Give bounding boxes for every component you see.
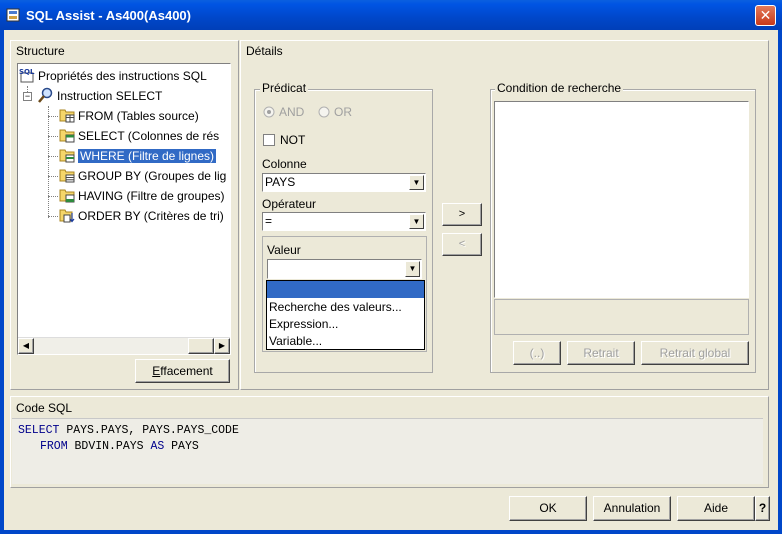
tree-item-select[interactable]: SELECT (Colonnes de rés [59, 127, 219, 145]
tree-item-sql-properties[interactable]: SQL Propriétés des instructions SQL [19, 67, 207, 85]
operator-value: = [265, 214, 273, 228]
sql-text: PAYS [164, 440, 199, 453]
sql-keyword: FROM [40, 440, 68, 453]
sql-keyword: AS [150, 440, 165, 453]
radio-selected-icon [263, 106, 275, 118]
folder-sort-icon [59, 209, 75, 223]
retrait-global-button[interactable]: Retrait global [641, 341, 749, 365]
magnifier-icon [38, 87, 53, 103]
window-frame-bottom [0, 530, 782, 534]
details-label: Détails [246, 44, 283, 58]
window-frame-left [0, 30, 4, 534]
tree-item-from[interactable]: FROM (Tables source) [59, 107, 199, 125]
clear-button[interactable]: Effacement [135, 359, 230, 383]
operator-select[interactable]: = ▼ [262, 212, 426, 231]
sql-line-2: FROM BDVIN.PAYS AS PAYS [40, 440, 199, 453]
folder-table-icon [59, 129, 75, 143]
add-condition-button[interactable]: > [442, 203, 482, 226]
tree-connector [48, 176, 58, 177]
column-label: Colonne [262, 157, 307, 171]
search-condition-label: Condition de recherche [495, 81, 624, 95]
sql-code-area[interactable]: SELECT PAYS.PAYS, PAYS.PAYS_CODE FROM BD… [12, 418, 763, 484]
value-label: Valeur [267, 243, 301, 257]
value-input[interactable] [269, 261, 403, 277]
and-radio[interactable]: AND [263, 105, 323, 121]
sql-keyword: SELECT [18, 424, 60, 437]
cancel-button[interactable]: Annulation [593, 496, 671, 521]
clear-button-label: ffacement [160, 364, 213, 378]
tree-item-group-by[interactable]: GROUP BY (Groupes de lig [59, 167, 226, 185]
close-icon: ✕ [759, 7, 772, 23]
value-dropdown-list[interactable]: Recherche des valeurs... Expression... V… [266, 280, 425, 350]
sql-icon: SQL [19, 68, 35, 83]
sql-code-label: Code SQL [16, 401, 73, 415]
tree-item-having[interactable]: HAVING (Filtre de groupes) [59, 187, 225, 205]
ok-button[interactable]: OK [509, 496, 587, 521]
tree-item-order-by[interactable]: ORDER BY (Critères de tri) [59, 207, 224, 225]
window-frame-right [778, 30, 782, 534]
structure-tree[interactable]: SQL Propriétés des instructions SQL − In… [17, 63, 231, 355]
or-label: OR [334, 105, 352, 119]
dropdown-option-empty[interactable] [267, 281, 424, 298]
sql-line-1: SELECT PAYS.PAYS, PAYS.PAYS_CODE [18, 424, 239, 437]
dropdown-option-expression[interactable]: Expression... [269, 316, 338, 332]
chevron-down-icon[interactable]: ▼ [409, 175, 424, 190]
svg-text:SQL: SQL [19, 68, 35, 76]
chevron-down-icon[interactable]: ▼ [405, 261, 420, 277]
column-select[interactable]: PAYS ▼ [262, 173, 426, 192]
parentheses-button[interactable]: (..) [513, 341, 561, 365]
predicat-label: Prédicat [260, 81, 309, 95]
tree-connector [48, 156, 58, 157]
app-icon [6, 8, 20, 22]
scroll-right-arrow-icon[interactable]: ▶ [214, 338, 230, 354]
dropdown-option-search-values[interactable]: Recherche des valeurs... [269, 299, 402, 315]
radio-empty-icon [318, 106, 330, 118]
tree-connector [48, 196, 58, 197]
tree-horizontal-scrollbar[interactable]: ◀ ▶ [18, 337, 230, 354]
structure-label: Structure [16, 44, 65, 58]
search-condition-preview [494, 299, 749, 335]
sql-text: BDVIN.PAYS [67, 440, 151, 453]
value-combobox[interactable]: ▼ [267, 259, 422, 279]
tree-item-select-statement[interactable]: Instruction SELECT [38, 87, 162, 105]
scroll-left-arrow-icon[interactable]: ◀ [18, 338, 34, 354]
remove-condition-button[interactable]: < [442, 233, 482, 256]
tree-expander[interactable]: − [23, 92, 32, 101]
sql-text: PAYS.PAYS, PAYS.PAYS_CODE [59, 424, 239, 437]
operator-label: Opérateur [262, 197, 317, 211]
not-checkbox[interactable]: NOT [263, 133, 323, 149]
search-condition-text[interactable] [494, 101, 749, 298]
help-button[interactable]: Aide [677, 496, 755, 521]
folder-table-icon [59, 189, 75, 203]
scroll-thumb[interactable] [188, 338, 214, 354]
close-button[interactable]: ✕ [755, 5, 776, 26]
tree-connector [48, 106, 49, 218]
title-bar[interactable]: SQL Assist - As400(As400) ✕ [0, 0, 782, 30]
and-label: AND [279, 105, 305, 119]
column-value: PAYS [265, 175, 296, 189]
chevron-down-icon[interactable]: ▼ [409, 214, 424, 229]
retrait-button[interactable]: Retrait [567, 341, 635, 365]
not-label: NOT [280, 133, 306, 147]
folder-table-icon [59, 169, 75, 183]
tree-connector [48, 136, 58, 137]
folder-table-icon [59, 109, 75, 123]
or-radio[interactable]: OR [318, 105, 368, 121]
tree-item-where[interactable]: WHERE (Filtre de lignes) [59, 147, 217, 165]
tree-connector [48, 216, 58, 217]
checkbox-icon [263, 134, 275, 146]
dropdown-option-variable[interactable]: Variable... [269, 333, 322, 349]
tree-connector [48, 116, 58, 117]
context-help-button[interactable]: ? [755, 496, 770, 521]
window-title: SQL Assist - As400(As400) [26, 8, 191, 23]
folder-table-icon [59, 149, 75, 163]
